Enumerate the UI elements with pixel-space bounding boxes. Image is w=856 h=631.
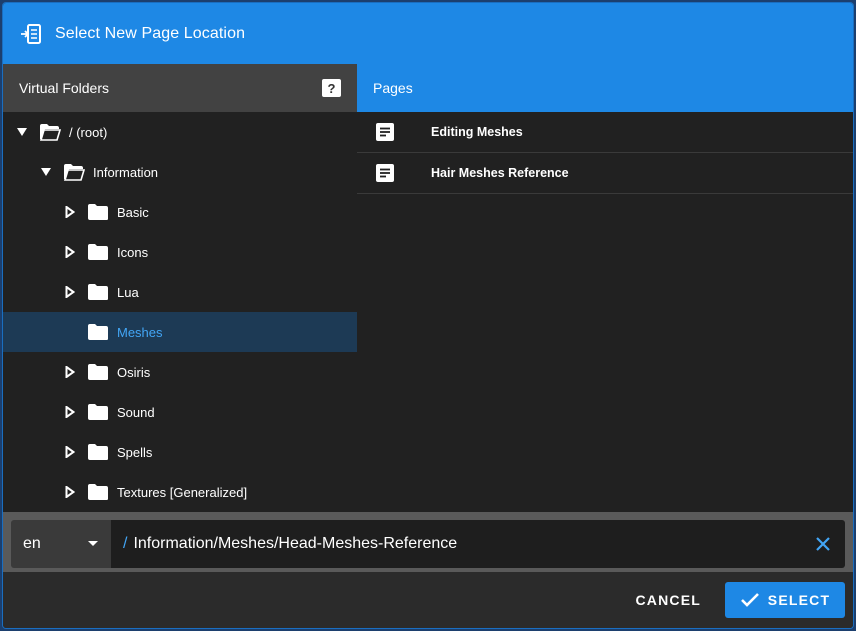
folder-icon [87,403,109,421]
folder-label: Information [93,164,159,180]
dialog-titlebar: Select New Page Location [3,3,853,64]
folder-icon [87,203,109,221]
caret-down-icon[interactable] [39,165,53,179]
path-bar: en / Information/Meshes/Head-Meshes-Refe… [3,512,853,572]
path-input[interactable]: / Information/Meshes/Head-Meshes-Referen… [111,520,845,568]
caret-right-icon[interactable] [63,445,77,459]
folder-label: Lua [117,284,139,300]
locale-select[interactable]: en [11,520,111,568]
folder-label: Icons [117,244,149,260]
pages-header: Pages [357,64,853,112]
page-list-item[interactable]: Hair Meshes Reference [357,153,853,194]
caret-right-icon[interactable] [63,245,77,259]
folder-tree-item[interactable]: Information [3,152,357,192]
virtual-folders-header: Virtual Folders ? [3,64,357,112]
folder-tree-item[interactable]: Textures [Generalized] [3,472,357,512]
locale-value: en [23,535,41,552]
select-button[interactable]: SELECT [725,582,845,618]
page-label: Hair Meshes Reference [431,166,569,180]
chevron-down-icon [87,535,99,553]
folder-tree-item[interactable]: Meshes [3,312,357,352]
folder-icon [87,443,109,461]
folder-tree-item[interactable]: Lua [3,272,357,312]
folder-tree-item[interactable]: / (root) [3,112,357,152]
caret-right-icon[interactable] [63,285,77,299]
caret-right-icon[interactable] [63,205,77,219]
pages-panel: Pages Editing Meshes Hair Meshes Referenc… [357,64,853,512]
path-prefix: / [123,535,128,552]
caret-down-icon[interactable] [15,125,29,139]
folder-label: Sound [117,404,155,420]
page-move-icon [19,22,43,46]
select-location-dialog: Select New Page Location Virtual Folders… [3,3,853,628]
folder-tree-item[interactable]: Spells [3,432,357,472]
folder-open-icon [63,163,85,181]
folder-icon [87,323,109,341]
folder-label: Textures [Generalized] [117,484,248,500]
path-value: Information/Meshes/Head-Meshes-Reference [133,535,458,552]
folder-tree-item[interactable]: Basic [3,192,357,232]
folder-tree: / (root) Information Basic Icons Lua Meshes Os… [3,112,357,512]
caret-right-icon[interactable] [63,405,77,419]
folder-tree-item[interactable]: Icons [3,232,357,272]
pages-title: Pages [373,80,413,96]
check-icon [740,592,760,608]
document-icon [375,163,395,183]
folder-open-icon [39,123,61,141]
folder-tree-item[interactable]: Sound [3,392,357,432]
virtual-folders-title: Virtual Folders [19,80,110,96]
folder-icon [87,363,109,381]
page-label: Editing Meshes [431,125,523,139]
folder-icon [87,283,109,301]
caret-right-icon[interactable] [63,365,77,379]
folder-label: Basic [117,204,149,220]
dialog-footer: CANCEL SELECT [3,572,853,628]
folder-label: Spells [117,444,153,460]
caret-right-icon[interactable] [63,485,77,499]
page-list-item[interactable]: Editing Meshes [357,112,853,153]
folder-label: / (root) [69,124,108,140]
folder-icon [87,483,109,501]
close-icon[interactable] [801,536,845,552]
cancel-button[interactable]: CANCEL [627,582,709,618]
folder-label: Meshes [117,324,163,340]
virtual-folders-panel: Virtual Folders ? / (root) Information Bas… [3,64,357,512]
pages-list: Editing Meshes Hair Meshes Reference [357,112,853,194]
document-icon [375,122,395,142]
folder-label: Osiris [117,364,151,380]
help-icon[interactable]: ? [322,79,341,97]
folder-icon [87,243,109,261]
dialog-body: Virtual Folders ? / (root) Information Bas… [3,64,853,512]
select-button-label: SELECT [767,592,831,608]
folder-tree-item[interactable]: Osiris [3,352,357,392]
dialog-title: Select New Page Location [55,24,246,42]
